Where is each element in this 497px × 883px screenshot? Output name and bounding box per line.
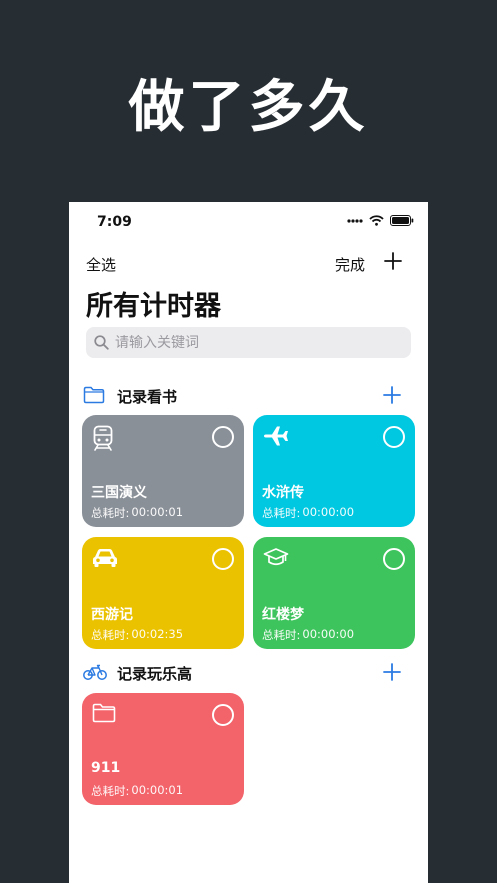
timer-card[interactable]: 三国演义 总耗时: 00:00:01 [82, 415, 244, 527]
select-checkbox[interactable] [212, 548, 234, 570]
timer-card[interactable]: 西游记 总耗时: 00:02:35 [82, 537, 244, 649]
total-time-label: 总耗时: [91, 784, 130, 798]
timer-name: 911 [91, 760, 121, 776]
status-bar: 7:09 [69, 202, 428, 246]
add-to-group-button[interactable] [383, 386, 401, 404]
timer-card[interactable]: 911 总耗时: 00:00:01 [82, 693, 244, 805]
group-title: 记录看书 [117, 388, 178, 406]
timer-total: 总耗时: 00:00:00 [262, 505, 354, 521]
select-checkbox[interactable] [383, 426, 405, 448]
add-to-group-button[interactable] [383, 663, 401, 681]
total-time-label: 总耗时: [262, 628, 301, 642]
status-icons [347, 215, 414, 226]
timer-total: 总耗时: 00:00:01 [91, 783, 183, 799]
total-time-label: 总耗时: [262, 506, 301, 520]
timer-name: 三国演义 [91, 485, 147, 501]
search-input[interactable] [115, 334, 395, 351]
timer-total: 总耗时: 00:00:01 [91, 505, 183, 521]
group-title: 记录玩乐高 [117, 665, 193, 683]
select-checkbox[interactable] [212, 426, 234, 448]
car-icon [93, 549, 117, 567]
total-time-label: 总耗时: [91, 506, 130, 520]
done-button[interactable]: 完成 [335, 254, 365, 275]
search-bar [86, 327, 411, 358]
bicycle-icon [83, 664, 107, 680]
folder-icon [92, 703, 116, 723]
total-time-value: 00:00:00 [302, 627, 355, 641]
total-time-label: 总耗时: [91, 628, 130, 642]
timer-name: 西游记 [91, 607, 133, 623]
wifi-icon [369, 215, 384, 226]
select-all-button[interactable]: 全选 [86, 254, 116, 275]
total-time-value: 00:02:35 [131, 627, 184, 641]
hero-title: 做了多久 [128, 75, 369, 140]
search-icon [94, 335, 109, 350]
group-header-lego: 记录玩乐高 [83, 661, 413, 685]
timer-total: 总耗时: 00:02:35 [91, 627, 183, 643]
battery-icon [390, 215, 414, 226]
select-checkbox[interactable] [383, 548, 405, 570]
total-time-value: 00:00:00 [302, 505, 355, 519]
select-checkbox[interactable] [212, 704, 234, 726]
graduation-cap-icon [263, 548, 289, 566]
page-title: 所有计时器 [86, 291, 221, 322]
signal-icon [347, 218, 363, 223]
timer-name: 水浒传 [262, 485, 304, 501]
timer-card[interactable]: 红楼梦 总耗时: 00:00:00 [253, 537, 415, 649]
add-timer-button[interactable] [384, 252, 402, 270]
total-time-value: 00:00:01 [131, 505, 184, 519]
timer-total: 总耗时: 00:00:00 [262, 627, 354, 643]
train-icon [93, 425, 113, 451]
folder-icon [83, 386, 105, 404]
navigation-bar: 全选 完成 [69, 250, 428, 278]
total-time-value: 00:00:01 [131, 783, 184, 797]
group-header-reading: 记录看书 [83, 384, 413, 408]
timer-name: 红楼梦 [262, 607, 304, 623]
phone-screen: 7:09 全选 完成 所有计时器 请输入关键词 记录看书 三国演义 总耗时: 0… [69, 202, 428, 883]
status-time: 7:09 [97, 214, 132, 230]
airplane-icon [264, 426, 288, 446]
timer-card[interactable]: 水浒传 总耗时: 00:00:00 [253, 415, 415, 527]
